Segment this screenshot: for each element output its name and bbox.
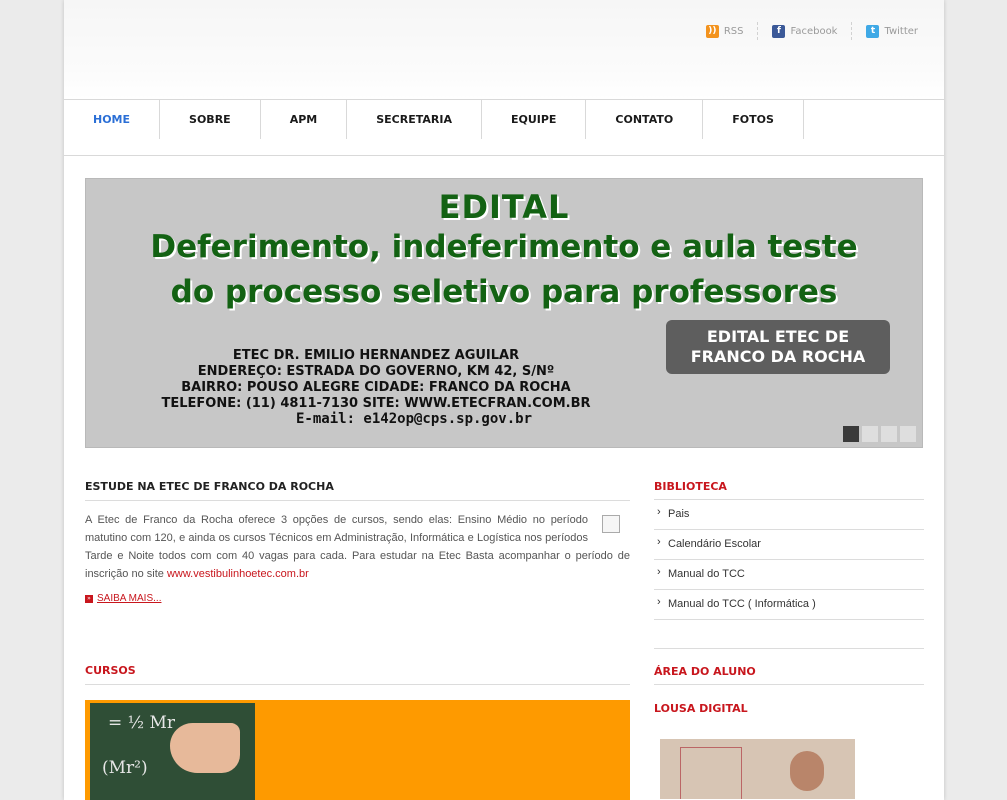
section-title: ESTUDE NA ETEC DE FRANCO DA ROCHA — [85, 480, 630, 501]
saiba-mais-link[interactable]: SAIBA MAIS... — [97, 593, 161, 604]
biblioteca-item-pais[interactable]: Pais — [654, 500, 924, 530]
slider-dot-2[interactable] — [862, 426, 878, 442]
banner-school: ETEC DR. EMILIO HERNANDEZ AGUILAR — [232, 348, 520, 363]
hand-image — [170, 723, 240, 773]
lousa-digital-image[interactable] — [660, 739, 855, 799]
biblioteca-title: BIBLIOTECA — [654, 480, 924, 500]
banner-address: ENDEREÇO: ESTRADA DO GOVERNO, KM 42, S/N… — [197, 364, 555, 379]
intro-text: A Etec de Franco da Rocha oferece 3 opçõ… — [85, 511, 630, 583]
header: )) RSS f Facebook t Twitter — [64, 0, 944, 99]
board-image — [680, 747, 742, 799]
twitter-label: Twitter — [884, 25, 918, 37]
nav-equipe[interactable]: EQUIPE — [482, 100, 587, 139]
sidebar: BIBLIOTECA Pais Calendário Escolar Manua… — [654, 480, 924, 799]
banner-badge: EDITAL ETEC DE FRANCO DA ROCHA — [666, 320, 890, 374]
saiba-mais: » SAIBA MAIS... — [85, 593, 630, 604]
badge-line1: EDITAL ETEC DE — [706, 327, 850, 346]
area-aluno-title[interactable]: ÁREA DO ALUNO — [654, 665, 924, 685]
cursos-title: CURSOS — [85, 664, 630, 685]
banner-heading: EDITAL — [438, 188, 570, 226]
banner-info: ETEC DR. EMILIO HERNANDEZ AGUILAR ENDERE… — [86, 348, 666, 412]
person-image — [790, 751, 824, 791]
biblioteca-item-calendario[interactable]: Calendário Escolar — [654, 530, 924, 560]
social-links: )) RSS f Facebook t Twitter — [692, 22, 918, 40]
banner-district: BAIRRO: POUSO ALEGRE CIDADE: FRANCO DA R… — [181, 380, 571, 395]
facebook-link[interactable]: f Facebook — [758, 22, 853, 40]
banner-email: E-mail: e142op@cps.sp.gov.br — [296, 411, 533, 427]
rss-label: RSS — [723, 25, 744, 37]
biblioteca-list: Pais Calendário Escolar Manual do TCC Ma… — [654, 500, 924, 620]
banner-slider[interactable]: EDITAL Deferimento, indeferimento e aula… — [85, 178, 923, 448]
slider-dot-3[interactable] — [881, 426, 897, 442]
slider-dot-1[interactable] — [843, 426, 859, 442]
nav-fotos[interactable]: FOTOS — [703, 100, 804, 139]
sidebar-divider — [654, 620, 924, 649]
page-container: )) RSS f Facebook t Twitter HOME SOBRE A… — [64, 0, 944, 800]
vestibulinho-link[interactable]: www.vestibulinhoetec.com.br — [167, 568, 309, 580]
nav-apm[interactable]: APM — [261, 100, 348, 139]
twitter-link[interactable]: t Twitter — [852, 22, 918, 40]
nav-contato[interactable]: CONTATO — [586, 100, 704, 139]
badge-line2: FRANCO DA ROCHA — [690, 347, 866, 366]
banner-phone-site: TELEFONE: (11) 4811-7130 SITE: WWW.ETECF… — [161, 396, 591, 411]
nav-secretaria[interactable]: SECRETARIA — [347, 100, 482, 139]
main-nav: HOME SOBRE APM SECRETARIA EQUIPE CONTATO… — [64, 99, 944, 156]
nav-home[interactable]: HOME — [64, 100, 161, 139]
nav-sobre[interactable]: SOBRE — [160, 100, 261, 139]
biblioteca-item-manual-tcc-informatica[interactable]: Manual do TCC ( Informática ) — [654, 590, 924, 620]
rss-link[interactable]: )) RSS — [692, 22, 759, 40]
lousa-digital-title[interactable]: LOUSA DIGITAL — [654, 702, 924, 721]
chalkboard-image: = ½ Mr (Mr²) — [90, 703, 255, 800]
facebook-icon: f — [772, 24, 786, 38]
chalk-mark-2: (Mr²) — [102, 758, 148, 778]
arrow-right-icon: » — [85, 594, 93, 603]
biblioteca-item-manual-tcc[interactable]: Manual do TCC — [654, 560, 924, 590]
facebook-label: Facebook — [790, 25, 838, 37]
banner-line2: do processo seletivo para professores — [170, 274, 838, 310]
rss-icon: )) — [705, 24, 719, 38]
chalk-mark: = ½ Mr — [108, 713, 176, 733]
twitter-icon: t — [866, 24, 880, 38]
slider-dots — [843, 426, 916, 442]
main-content: ESTUDE NA ETEC DE FRANCO DA ROCHA A Etec… — [85, 480, 630, 800]
slider-dot-4[interactable] — [900, 426, 916, 442]
cursos-banner[interactable]: = ½ Mr (Mr²) — [85, 700, 630, 800]
banner-line1: Deferimento, indeferimento e aula teste — [150, 229, 858, 265]
broken-image-icon — [602, 515, 620, 533]
